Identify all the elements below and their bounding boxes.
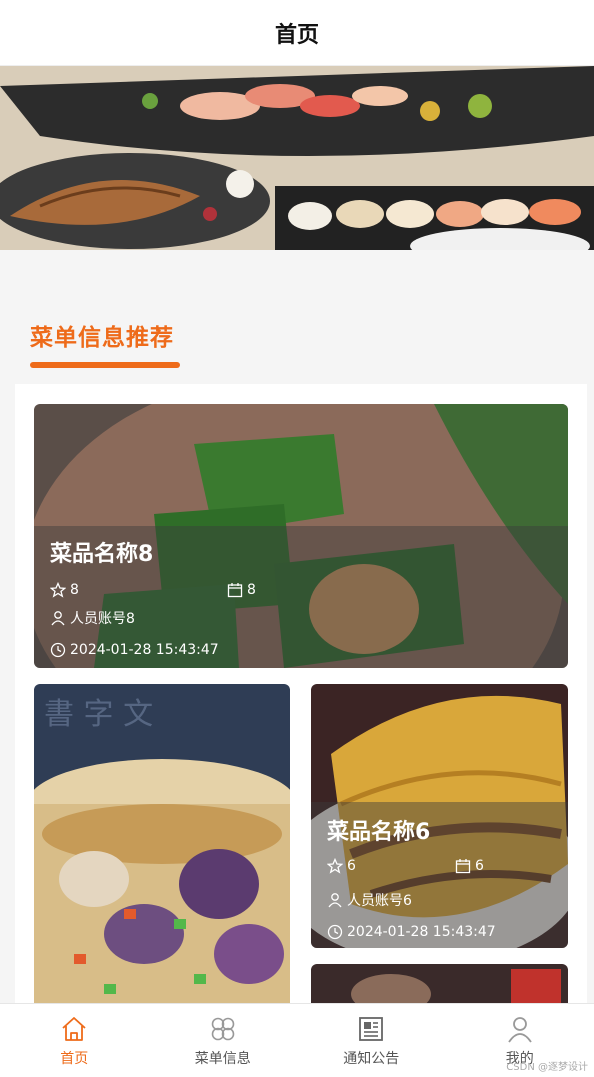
publish-time: 2024-01-28 15:43:47 — [347, 924, 496, 940]
dish-card[interactable]: 書 字 文 — [34, 684, 290, 1003]
account-meta: 人员账号8 — [50, 608, 135, 628]
account-meta: 人员账号6 — [327, 890, 412, 910]
section-header: 菜单信息推荐 — [30, 318, 174, 352]
watermark-text: CSDN @逐梦设计 — [506, 1062, 588, 1073]
time-meta: 2024-01-28 15:43:47 — [327, 924, 496, 940]
calendar-count: 6 — [475, 858, 484, 874]
news-icon — [359, 1017, 384, 1041]
dish-card[interactable]: 菜品名称6 6 6 人员账号6 2024-01-28 15:43:47 — [311, 684, 568, 948]
tab-home[interactable]: 首页 — [0, 1004, 149, 1077]
likes-meta: 6 — [327, 858, 356, 874]
likes-count: 6 — [347, 858, 356, 874]
calendar-count: 8 — [247, 582, 256, 598]
clock-icon — [50, 642, 66, 658]
likes-count: 8 — [70, 582, 79, 598]
section-title: 菜单信息推荐 — [30, 325, 174, 351]
person-icon — [51, 611, 65, 626]
dish-image — [311, 964, 568, 1003]
food-banner-image — [0, 66, 594, 250]
account-name: 人员账号8 — [70, 611, 135, 627]
calendar-meta: 6 — [455, 858, 484, 874]
tab-notice[interactable]: 通知公告 — [297, 1004, 446, 1077]
section-underline — [30, 362, 180, 368]
user-icon — [508, 1017, 532, 1043]
time-meta: 2024-01-28 15:43:47 — [50, 642, 219, 658]
person-icon — [328, 893, 342, 908]
home-icon — [62, 1017, 86, 1041]
bottom-tab-bar: 首页 菜单信息 通知公告 我的 — [0, 1003, 594, 1077]
tab-label: 首页 — [60, 1051, 89, 1067]
star-icon — [327, 858, 343, 874]
tab-menu-info[interactable]: 菜单信息 — [149, 1004, 298, 1077]
grid-icon — [211, 1017, 235, 1041]
likes-meta: 8 — [50, 582, 79, 598]
svg-text:書 字 文: 書 字 文 — [44, 697, 153, 732]
star-icon — [50, 582, 66, 598]
dish-image: 書 字 文 — [34, 684, 290, 1003]
dish-name: 菜品名称6 — [327, 820, 431, 845]
dish-name: 菜品名称8 — [50, 542, 154, 567]
top-header: 首页 — [0, 0, 594, 66]
tab-label: 通知公告 — [343, 1051, 400, 1067]
banner-carousel[interactable] — [0, 66, 594, 250]
account-name: 人员账号6 — [347, 893, 412, 909]
calendar-icon — [455, 859, 471, 874]
dish-card[interactable]: 菜品名称8 8 8 人员账号8 2024-01-28 15:43:47 — [34, 404, 568, 668]
page-title: 首页 — [274, 22, 319, 48]
dish-card[interactable] — [311, 964, 568, 1003]
tab-label: 菜单信息 — [194, 1051, 251, 1067]
publish-time: 2024-01-28 15:43:47 — [70, 642, 219, 658]
calendar-icon — [227, 583, 243, 598]
clock-icon — [327, 924, 343, 940]
calendar-meta: 8 — [227, 582, 256, 598]
